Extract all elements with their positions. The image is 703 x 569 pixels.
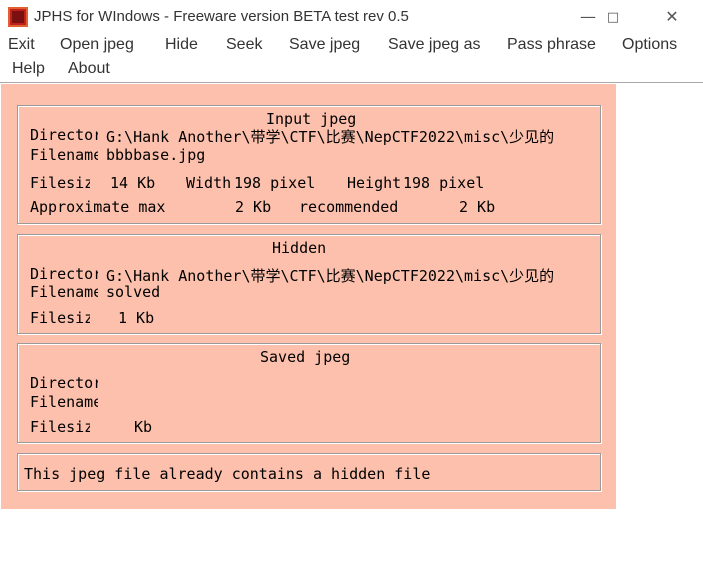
hidden-directory-label: Directory bbox=[30, 265, 98, 283]
input-filesize-label: Filesize bbox=[30, 174, 90, 192]
input-filename-label: Filename bbox=[30, 146, 98, 164]
saved-filesize-label: Filesize bbox=[30, 418, 90, 436]
menu-seek[interactable]: Seek bbox=[226, 36, 262, 54]
jphs-app-icon[interactable] bbox=[8, 7, 28, 27]
hidden-directory-value: G:\Hank Another\带学\CTF\比赛\NepCTF2022\mis… bbox=[106, 267, 555, 285]
menu-save-jpeg-as[interactable]: Save jpeg as bbox=[388, 36, 481, 54]
menu-save-jpeg[interactable]: Save jpeg bbox=[289, 36, 360, 54]
status-message: This jpeg file already contains a hidden… bbox=[24, 465, 431, 483]
menu-options[interactable]: Options bbox=[622, 36, 677, 54]
input-approx-label: Approximate max bbox=[30, 198, 166, 216]
status-box: This jpeg file already contains a hidden… bbox=[17, 453, 601, 491]
hidden-heading: Hidden bbox=[272, 239, 327, 257]
input-height-value: 198 pixel bbox=[403, 174, 485, 192]
saved-filename-label: Filename bbox=[30, 393, 98, 411]
close-icon[interactable]: ✕ bbox=[656, 4, 688, 30]
main-panel: Input jpeg Directory G:\Hank Another\带学\… bbox=[1, 84, 616, 509]
saved-filesize-unit: Kb bbox=[134, 418, 153, 436]
saved-directory-label: Directory bbox=[30, 374, 98, 392]
menu-open-jpeg[interactable]: Open jpeg bbox=[60, 36, 134, 54]
hidden-filesize-value: 1 Kb bbox=[118, 309, 155, 327]
input-filesize-value: 14 Kb bbox=[110, 174, 156, 192]
input-recommended-value: 2 Kb bbox=[459, 198, 496, 216]
menu-about[interactable]: About bbox=[68, 60, 110, 78]
input-filename-value: bbbbase.jpg bbox=[106, 146, 206, 164]
input-width-label: Width bbox=[186, 174, 232, 192]
maximize-icon[interactable]: □ bbox=[597, 5, 629, 31]
hidden-group: Hidden Directory G:\Hank Another\带学\CTF\… bbox=[17, 234, 601, 334]
menu-bar: Exit Open jpeg Hide Seek Save jpeg Save … bbox=[0, 34, 703, 83]
saved-jpeg-heading: Saved jpeg bbox=[260, 348, 351, 366]
saved-jpeg-group: Saved jpeg Directory Filename Filesize K… bbox=[17, 343, 601, 443]
menu-help[interactable]: Help bbox=[12, 60, 45, 78]
input-height-label: Height bbox=[347, 174, 402, 192]
input-recommended-label: recommended bbox=[299, 198, 399, 216]
input-approx-value: 2 Kb bbox=[235, 198, 272, 216]
menu-exit[interactable]: Exit bbox=[8, 36, 35, 54]
window-title: JPHS for WIndows - Freeware version BETA… bbox=[34, 8, 409, 25]
hidden-filename-label: Filename bbox=[30, 283, 98, 301]
hidden-filesize-label: Filesize bbox=[30, 309, 90, 327]
hidden-filename-value: solved bbox=[106, 283, 161, 301]
title-bar: JPHS for WIndows - Freeware version BETA… bbox=[0, 0, 703, 34]
menu-pass-phrase[interactable]: Pass phrase bbox=[507, 36, 596, 54]
menu-hide[interactable]: Hide bbox=[165, 36, 198, 54]
input-jpeg-group: Input jpeg Directory G:\Hank Another\带学\… bbox=[17, 105, 601, 224]
input-directory-value: G:\Hank Another\带学\CTF\比赛\NepCTF2022\mis… bbox=[106, 128, 555, 146]
input-width-value: 198 pixel bbox=[234, 174, 316, 192]
input-directory-label: Directory bbox=[30, 126, 98, 144]
